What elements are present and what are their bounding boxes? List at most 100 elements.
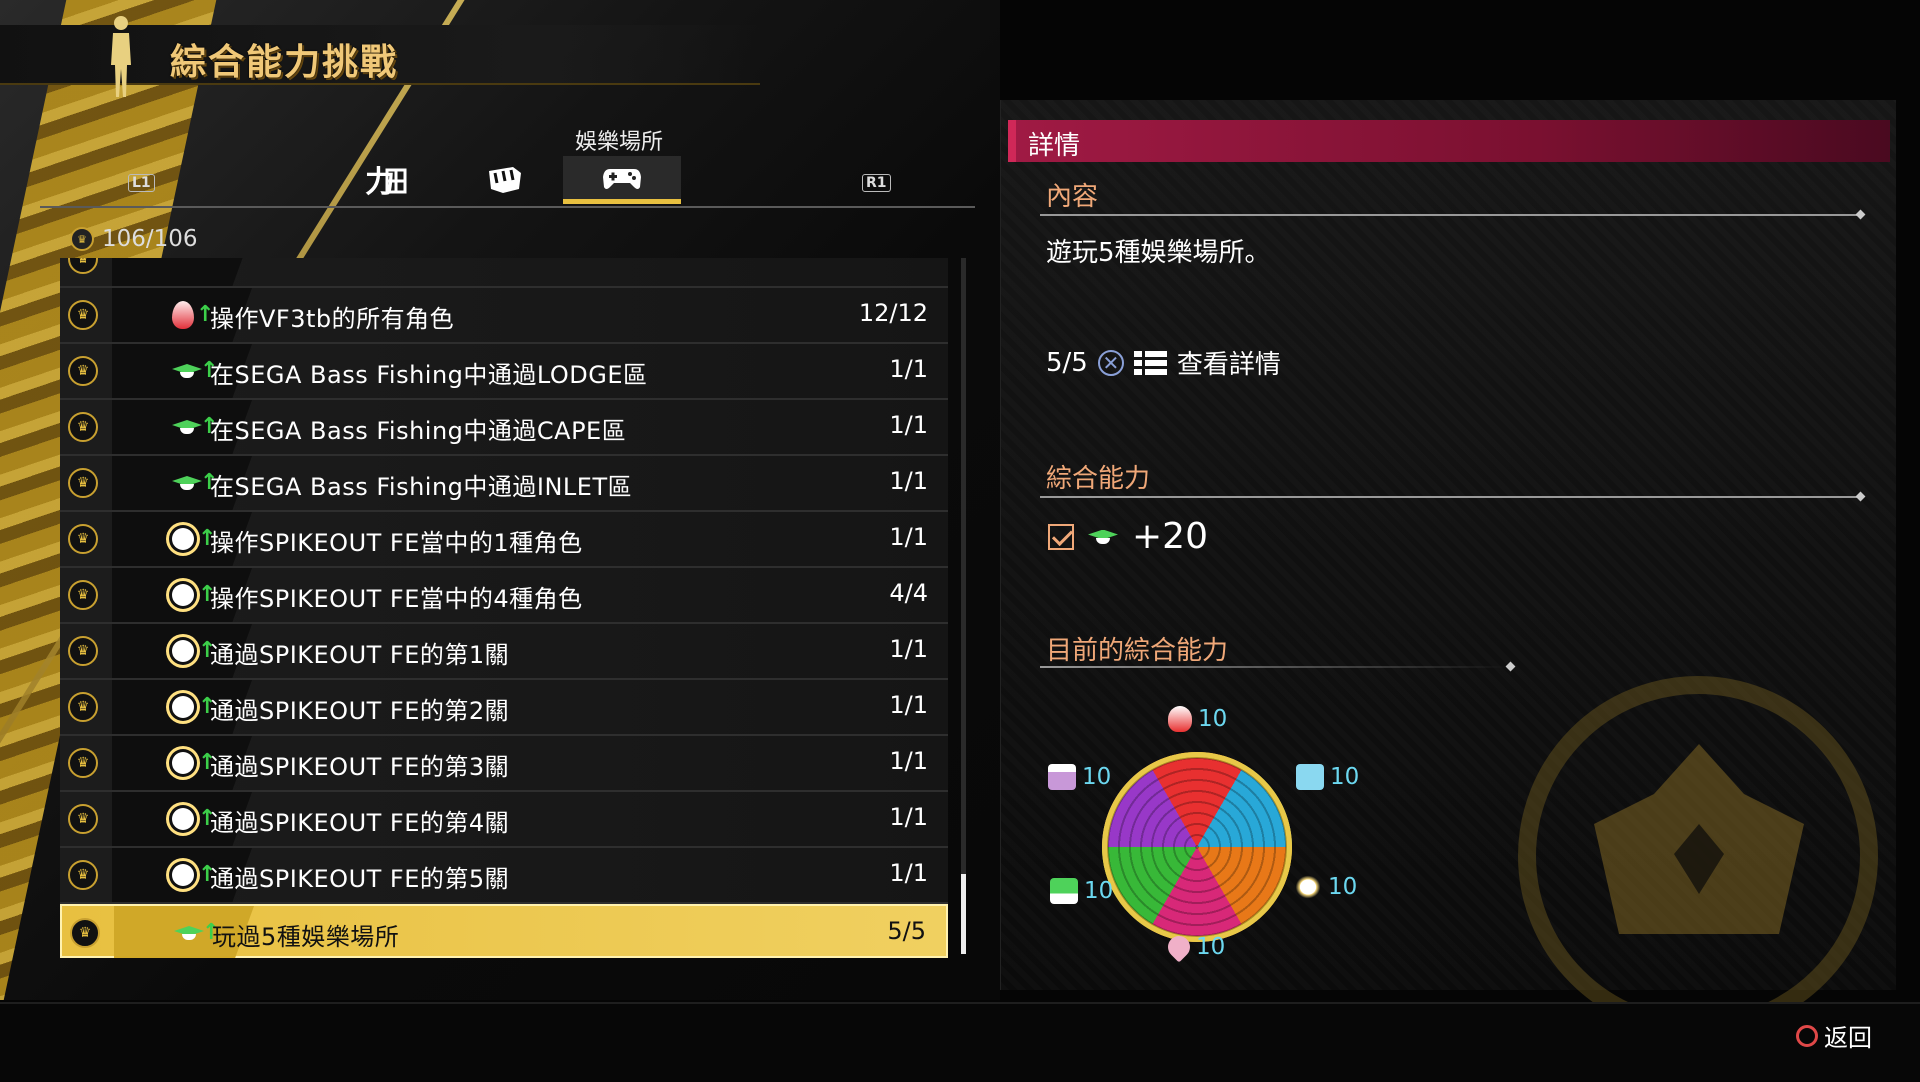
- list-item[interactable]: ♛ ↑ 在SEGA Bass Fishing中通過INLET區 1/1: [60, 456, 948, 512]
- list-item-partial: ♛: [60, 258, 948, 288]
- list-item-text: 在SEGA Bass Fishing中通過INLET區: [210, 473, 633, 501]
- list-item-progress: 12/12: [858, 299, 928, 327]
- category-tabs: L1 力 R1: [40, 150, 975, 208]
- list-item[interactable]: ♛ ↑ 操作SPIKEOUT FE當中的4種角色 4/4: [60, 568, 948, 624]
- view-details-button[interactable]: 查看詳情: [1177, 344, 1281, 381]
- crown-icon: ♛: [68, 356, 98, 386]
- ability-radar-wheel: [1102, 752, 1292, 942]
- section-divider: [1040, 496, 1860, 498]
- flame-icon: [1168, 706, 1192, 732]
- stat-bottom: 10: [1163, 931, 1225, 963]
- list-item[interactable]: ♛ ↑ 通過SPIKEOUT FE的第4關 1/1: [60, 792, 948, 848]
- circle-button-icon: [1796, 1024, 1818, 1047]
- sun-icon: [172, 696, 194, 718]
- list-item-progress: 1/1: [889, 411, 928, 439]
- list-scrollbar[interactable]: [961, 258, 966, 954]
- crown-icon: ♛: [68, 748, 98, 778]
- brain-icon: [1296, 764, 1324, 790]
- stat-top-right: 10: [1296, 764, 1359, 790]
- sun-icon: [172, 864, 194, 886]
- tab-kanji[interactable]: 力: [327, 156, 445, 204]
- crown-emblem-icon: [1518, 676, 1878, 1036]
- list-item-progress: 1/1: [889, 467, 928, 495]
- section-divider: [1040, 666, 1510, 668]
- list-item-text: 通過SPIKEOUT FE的第5關: [210, 865, 510, 893]
- ability-icon-box: [112, 258, 252, 286]
- current-ability-title: 目前的綜合能力: [1046, 636, 1229, 666]
- cap-icon: [172, 420, 202, 434]
- content-section-title: 內容: [1046, 182, 1099, 212]
- stat-top-left: 10: [1048, 764, 1111, 790]
- tab-fighting[interactable]: [445, 156, 563, 204]
- crown-icon: ♛: [68, 692, 98, 722]
- list-item-progress: 1/1: [889, 803, 928, 831]
- list-item-text: 操作SPIKEOUT FE當中的4種角色: [210, 585, 583, 613]
- challenge-list: ♛ ♛ ↑ 操作VF3tb的所有角色 12/12 ♛ ↑ 在SEGA Bass Fishin…: [60, 258, 948, 958]
- person-silhouette-icon: [111, 16, 131, 97]
- completion-counter: ♛ 106/106: [70, 226, 198, 252]
- cap-icon: [1050, 878, 1078, 904]
- list-item[interactable]: ♛ ↑ 在SEGA Bass Fishing中通過LODGE區 1/1: [60, 344, 948, 400]
- bonus-value: +20: [1132, 516, 1208, 557]
- crown-icon: ♛: [68, 258, 98, 274]
- list-item-progress: 4/4: [889, 579, 928, 607]
- list-item[interactable]: ♛ ↑ 操作VF3tb的所有角色 12/12: [60, 288, 948, 344]
- page-title: 綜合能力挑戰: [170, 42, 399, 83]
- crown-icon: ♛: [68, 524, 98, 554]
- sun-icon: [172, 528, 194, 550]
- checked-icon: [1048, 523, 1074, 550]
- tab-entertainment[interactable]: [563, 156, 681, 204]
- r1-button-hint[interactable]: R1: [862, 174, 891, 192]
- cap-icon: [172, 476, 202, 490]
- cap-icon: [1088, 530, 1118, 544]
- list-item-text: 通過SPIKEOUT FE的第1關: [210, 641, 510, 669]
- controller-tab-icon: [603, 168, 641, 189]
- list-item[interactable]: ♛ ↑ 通過SPIKEOUT FE的第5關 1/1: [60, 848, 948, 904]
- list-item-progress: 1/1: [889, 635, 928, 663]
- detail-progress-row: 5/5 ✕ 查看詳情: [1046, 344, 1281, 381]
- detail-progress: 5/5: [1046, 347, 1088, 378]
- list-item-text: 操作SPIKEOUT FE當中的1種角色: [210, 529, 583, 557]
- list-item-text: 操作VF3tb的所有角色: [210, 305, 455, 333]
- flame-icon: [172, 301, 194, 329]
- list-item[interactable]: ♛ ↑ 通過SPIKEOUT FE的第2關 1/1: [60, 680, 948, 736]
- list-item[interactable]: ♛ ↑ 玩過5種娛樂場所 5/5: [60, 904, 948, 958]
- sun-icon: [172, 752, 194, 774]
- list-item-text: 通過SPIKEOUT FE的第4關: [210, 809, 510, 837]
- stat-bottom-left: 10: [1050, 878, 1113, 904]
- list-item[interactable]: ♛ ↑ 操作SPIKEOUT FE當中的1種角色 1/1: [60, 512, 948, 568]
- scrollbar-thumb[interactable]: [961, 874, 966, 954]
- back-button[interactable]: 返回: [1796, 1018, 1872, 1053]
- crown-icon: ♛: [68, 636, 98, 666]
- crown-icon: ♛: [68, 300, 98, 330]
- list-item-text: 在SEGA Bass Fishing中通過LODGE區: [210, 361, 648, 389]
- detail-header: 詳情: [1008, 120, 1890, 162]
- list-item-progress: 5/5: [887, 917, 926, 945]
- crown-icon: ♛: [68, 580, 98, 610]
- stat-top: 10: [1168, 706, 1227, 732]
- list-item[interactable]: ♛ ↑ 通過SPIKEOUT FE的第3關 1/1: [60, 736, 948, 792]
- crown-icon: ♛: [68, 860, 98, 890]
- list-item[interactable]: ♛ ↑ 通過SPIKEOUT FE的第1關 1/1: [60, 624, 948, 680]
- crown-icon: ♛: [68, 804, 98, 834]
- page-header: 綜合能力挑戰: [0, 16, 760, 97]
- list-item-text: 在SEGA Bass Fishing中通過CAPE區: [210, 417, 627, 445]
- cap-icon: [174, 926, 204, 940]
- challenge-description: 遊玩5種娛樂場所。: [1046, 238, 1271, 268]
- back-label: 返回: [1824, 1024, 1872, 1052]
- completion-count: 106/106: [102, 226, 198, 252]
- detail-header-label: 詳情: [1028, 131, 1081, 161]
- list-icon: [1133, 350, 1167, 375]
- section-divider: [1040, 214, 1860, 216]
- sun-icon: [172, 640, 194, 662]
- crown-icon: ♛: [68, 412, 98, 442]
- ability-bonus: +20: [1048, 516, 1208, 557]
- l1-button-hint[interactable]: L1: [128, 174, 155, 192]
- list-item-text: 通過SPIKEOUT FE的第2關: [210, 697, 510, 725]
- cross-button-icon[interactable]: ✕: [1097, 349, 1124, 376]
- heart-icon: [1163, 931, 1195, 963]
- list-item-progress: 1/1: [889, 523, 928, 551]
- list-item[interactable]: ♛ ↑ 在SEGA Bass Fishing中通過CAPE區 1/1: [60, 400, 948, 456]
- stat-bottom-right: 10: [1294, 874, 1357, 900]
- list-item-progress: 1/1: [889, 747, 928, 775]
